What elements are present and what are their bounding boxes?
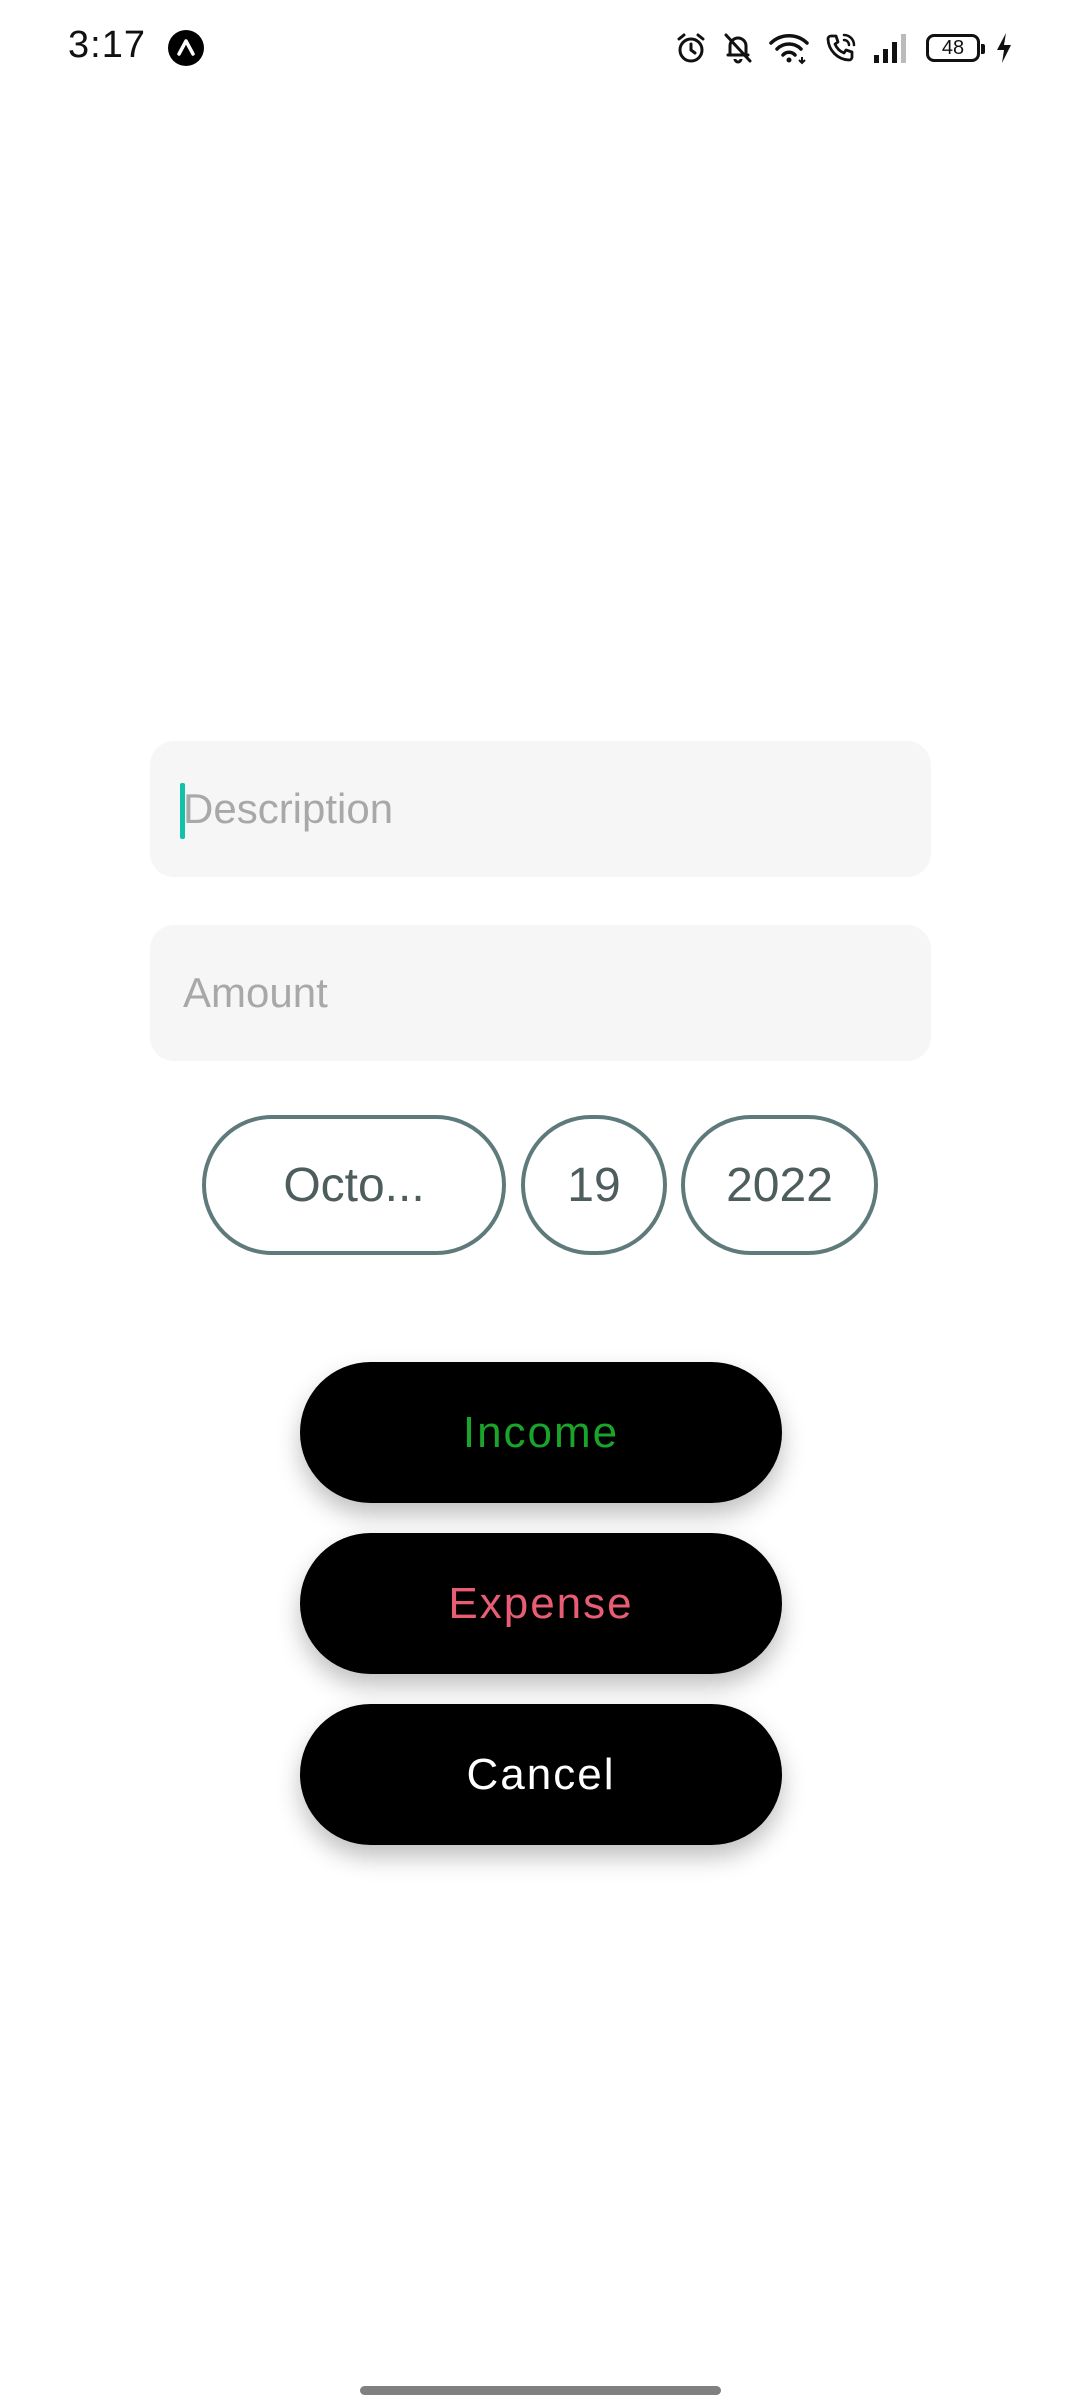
wifi-icon [768,31,810,65]
description-input[interactable] [181,784,931,834]
expo-icon [168,30,204,66]
text-cursor [180,783,185,839]
battery-level: 48 [941,36,965,59]
signal-icon [872,31,912,65]
day-picker[interactable]: 19 [521,1115,667,1255]
status-icons: 48 [674,26,1014,70]
bell-off-icon [722,31,754,65]
month-picker[interactable]: Octo... [202,1115,506,1255]
amount-field[interactable] [150,925,931,1061]
year-value: 2022 [726,1158,833,1212]
cancel-button-label: Cancel [466,1749,616,1799]
charging-icon [994,31,1014,65]
status-bar: 3:17 48 [0,0,1080,96]
battery-icon: 48 [926,34,985,62]
income-button[interactable]: Income [300,1362,782,1503]
amount-input[interactable] [181,968,931,1018]
home-indicator[interactable] [360,2386,721,2395]
status-time: 3:17 [68,24,146,66]
alarm-icon [674,31,708,65]
description-field[interactable] [150,741,931,877]
income-button-label: Income [462,1407,620,1457]
cancel-button[interactable]: Cancel [300,1704,782,1845]
day-value: 19 [567,1158,621,1212]
expense-button[interactable]: Expense [300,1533,782,1674]
month-value: Octo... [283,1158,425,1212]
wifi-calling-icon [824,31,858,65]
year-picker[interactable]: 2022 [681,1115,878,1255]
expense-button-label: Expense [448,1578,634,1628]
